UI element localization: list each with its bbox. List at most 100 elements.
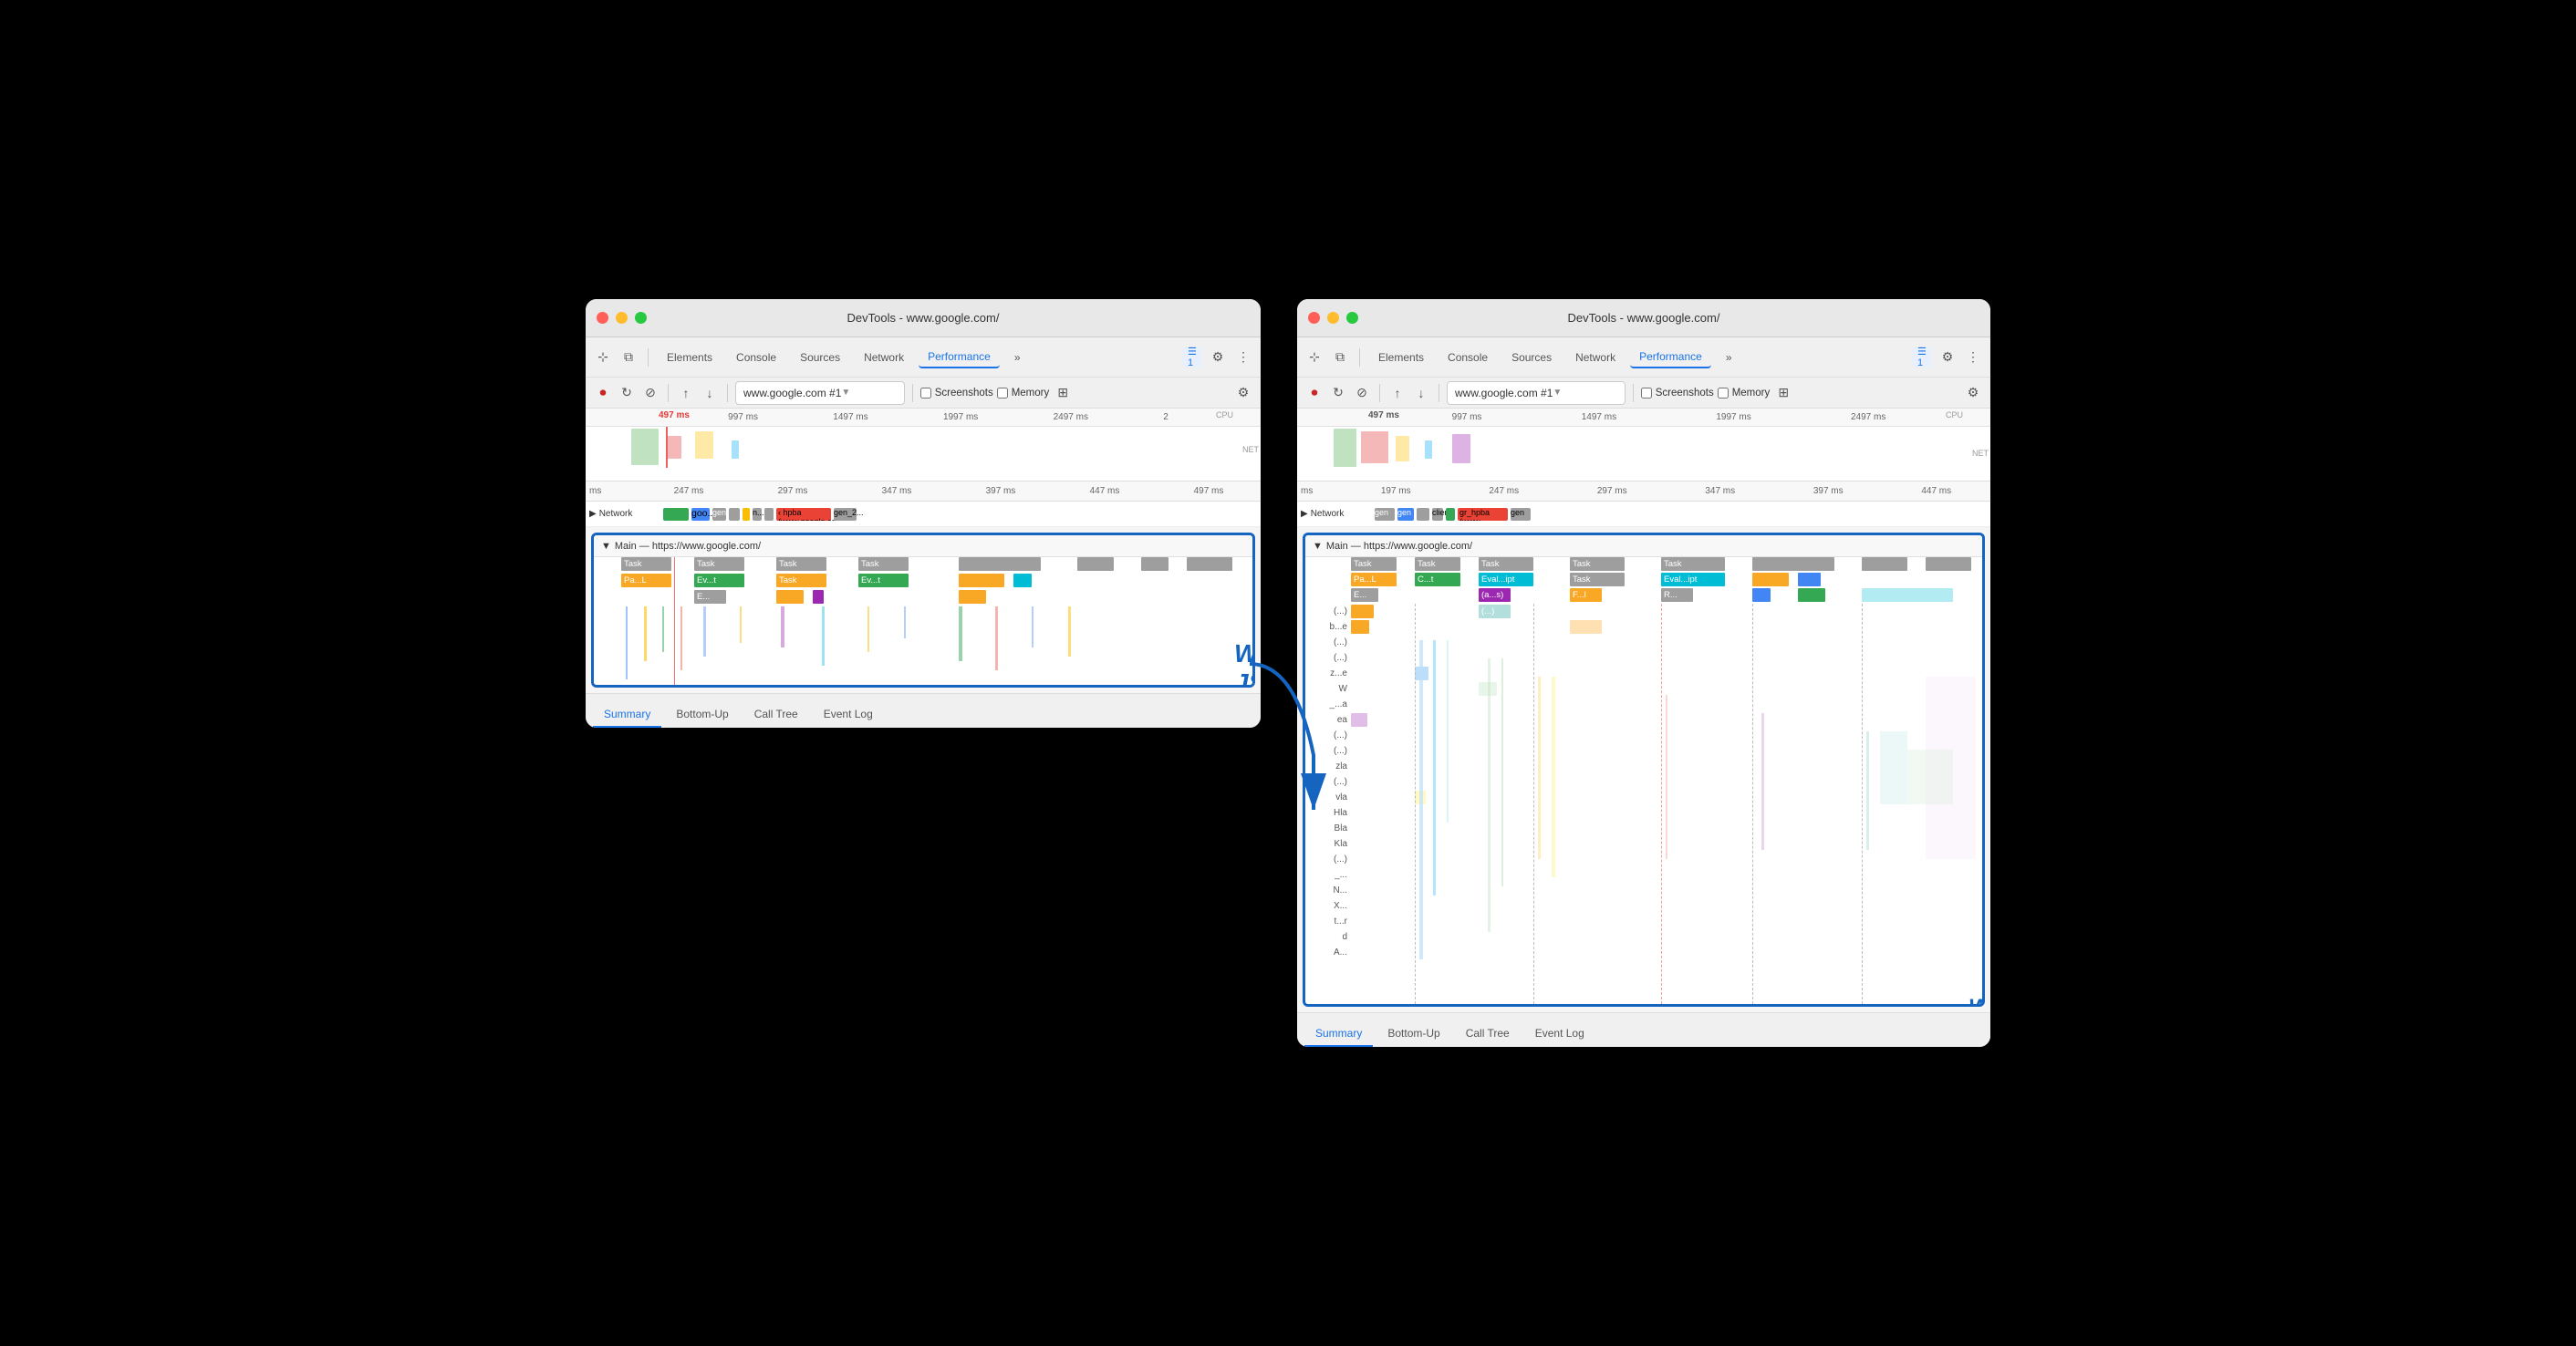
right-screenshots-checkbox[interactable] [1641, 388, 1652, 399]
layers-icon[interactable]: ⧉ [618, 347, 639, 368]
right-btab-summary[interactable]: Summary [1304, 1021, 1373, 1047]
right-tab-network[interactable]: Network [1566, 347, 1625, 368]
right-btab-calltree[interactable]: Call Tree [1455, 1021, 1521, 1047]
left-flame-rows: Task Task Task Task Pa...L Ev...t Task E… [594, 557, 1252, 685]
right-tab-sources[interactable]: Sources [1502, 347, 1561, 368]
left-tab-elements[interactable]: Elements [658, 347, 722, 368]
right-layers-icon[interactable]: ⧉ [1330, 347, 1350, 368]
right-memory-checkbox[interactable] [1718, 388, 1729, 399]
settings-icon[interactable]: ⚙ [1208, 347, 1228, 368]
right-chat-icon[interactable]: ☰ 1 [1912, 347, 1932, 368]
task-pal: Pa...L [621, 574, 671, 587]
right-row-dotdot4: (...) [1305, 728, 1982, 743]
capture-icon[interactable]: ⚙ [1233, 383, 1253, 403]
memory-icon2[interactable]: ⊞ [1053, 383, 1073, 403]
right-tab-elements[interactable]: Elements [1369, 347, 1433, 368]
close-button[interactable] [597, 312, 608, 324]
download-icon[interactable]: ↓ [700, 383, 720, 403]
right-more-icon[interactable]: ⋮ [1963, 347, 1983, 368]
left-btab-eventlog[interactable]: Event Log [813, 702, 884, 728]
right-upload-icon[interactable]: ↑ [1387, 383, 1407, 403]
left-btab-summary[interactable]: Summary [593, 702, 661, 728]
right-url-field[interactable]: www.google.com #1 ▼ [1447, 381, 1626, 405]
right-label-kla: Kla [1305, 839, 1351, 849]
right-minimize-button[interactable] [1327, 312, 1339, 324]
left-btab-calltree[interactable]: Call Tree [743, 702, 809, 728]
task-task: Task [776, 574, 826, 587]
time-mark-1997: 1997 ms [943, 412, 978, 422]
right-screenshots-checkbox-group[interactable]: Screenshots [1641, 388, 1714, 399]
right-net-bar-7: gen [1511, 508, 1531, 521]
left-flame-highlight: ▼ Main — https://www.google.com/ Task Ta… [591, 533, 1255, 688]
right-task-eval2: Eval...ipt [1661, 573, 1725, 586]
right-tab-performance[interactable]: Performance [1630, 347, 1711, 368]
upload-icon[interactable]: ↑ [676, 383, 696, 403]
right-task-extra2 [1798, 573, 1821, 586]
right-row-dotdot5: (...) [1305, 743, 1982, 759]
right-task-2: Task [1415, 557, 1460, 571]
memory-checkbox-group[interactable]: Memory [997, 388, 1050, 399]
right-annotation-text: With JS sampling [1968, 995, 1982, 1004]
screenshots-checkbox-group[interactable]: Screenshots [920, 388, 993, 399]
memory-checkbox[interactable] [997, 388, 1008, 399]
net-bar-6: n... [753, 508, 762, 521]
right-refresh-icon[interactable]: ↻ [1328, 383, 1348, 403]
connecting-arrow [1241, 646, 1350, 828]
right-second-toolbar: ⏺ ↻ ⊘ ↑ ↓ www.google.com #1 ▼ Screenshot… [1297, 378, 1990, 409]
refresh-icon[interactable]: ↻ [617, 383, 637, 403]
time-347: 347 ms [845, 486, 949, 496]
right-cursor-icon[interactable]: ⊹ [1304, 347, 1324, 368]
right-maximize-button[interactable] [1346, 312, 1358, 324]
left-network-row: ▶ Network goo... gen... n... ‹ hpba (www… [586, 502, 1261, 527]
right-record-icon[interactable]: ⏺ [1304, 383, 1324, 403]
minimize-button[interactable] [616, 312, 628, 324]
net-bar-2: goo... [691, 508, 710, 521]
right-time-247: 247 ms [1450, 486, 1559, 496]
task-5 [959, 557, 1041, 571]
left-tab-console[interactable]: Console [727, 347, 785, 368]
right-settings-icon[interactable]: ⚙ [1937, 347, 1958, 368]
arrow-container [1241, 646, 1350, 833]
right-memory-icon2[interactable]: ⊞ [1773, 383, 1793, 403]
right-task-6 [1752, 557, 1834, 571]
time-497: 497 ms [1157, 486, 1261, 496]
right-task-extra4 [1798, 588, 1825, 602]
right-clear-icon[interactable]: ⊘ [1352, 383, 1372, 403]
right-toolbar-sep4 [1633, 384, 1634, 402]
screenshots-checkbox[interactable] [920, 388, 931, 399]
task-4: Task [858, 557, 909, 571]
right-memory-checkbox-group[interactable]: Memory [1718, 388, 1771, 399]
task-6 [1077, 557, 1114, 571]
cursor-icon[interactable]: ⊹ [593, 347, 613, 368]
time-297: 297 ms [741, 486, 845, 496]
left-btab-bottomup[interactable]: Bottom-Up [665, 702, 739, 728]
left-tab-more[interactable]: » [1005, 347, 1030, 368]
right-btab-bottomup[interactable]: Bottom-Up [1376, 1021, 1450, 1047]
right-cpu-bars: NET [1297, 427, 1990, 472]
right-tab-console[interactable]: Console [1439, 347, 1497, 368]
right-download-icon[interactable]: ↓ [1411, 383, 1431, 403]
right-row-dotdot1: (...) (...) [1305, 604, 1982, 619]
right-main-section: Main — https://www.google.com/ [1326, 541, 1472, 552]
url-field[interactable]: www.google.com #1 ▼ [735, 381, 905, 405]
right-row-bla: Bla [1305, 821, 1982, 836]
right-btab-eventlog[interactable]: Event Log [1524, 1021, 1595, 1047]
more-icon[interactable]: ⋮ [1233, 347, 1253, 368]
right-time-mark-1497: 1497 ms [1582, 412, 1616, 422]
clear-icon[interactable]: ⊘ [640, 383, 660, 403]
right-close-button[interactable] [1308, 312, 1320, 324]
task-extra1 [959, 574, 1004, 587]
chat-icon[interactable]: ☰ 1 [1182, 347, 1202, 368]
left-tab-sources[interactable]: Sources [791, 347, 849, 368]
right-time-197: 197 ms [1342, 486, 1450, 496]
net-bar-1 [663, 508, 689, 521]
right-task-extra3 [1752, 588, 1771, 602]
right-tab-more[interactable]: » [1717, 347, 1741, 368]
left-tab-network[interactable]: Network [855, 347, 913, 368]
left-bottom-tabs: Summary Bottom-Up Call Tree Event Log [586, 693, 1261, 728]
maximize-button[interactable] [635, 312, 647, 324]
right-capture-icon[interactable]: ⚙ [1963, 383, 1983, 403]
left-tab-performance[interactable]: Performance [919, 347, 1000, 368]
right-task-e: E... [1351, 588, 1378, 602]
record-icon[interactable]: ⏺ [593, 383, 613, 403]
